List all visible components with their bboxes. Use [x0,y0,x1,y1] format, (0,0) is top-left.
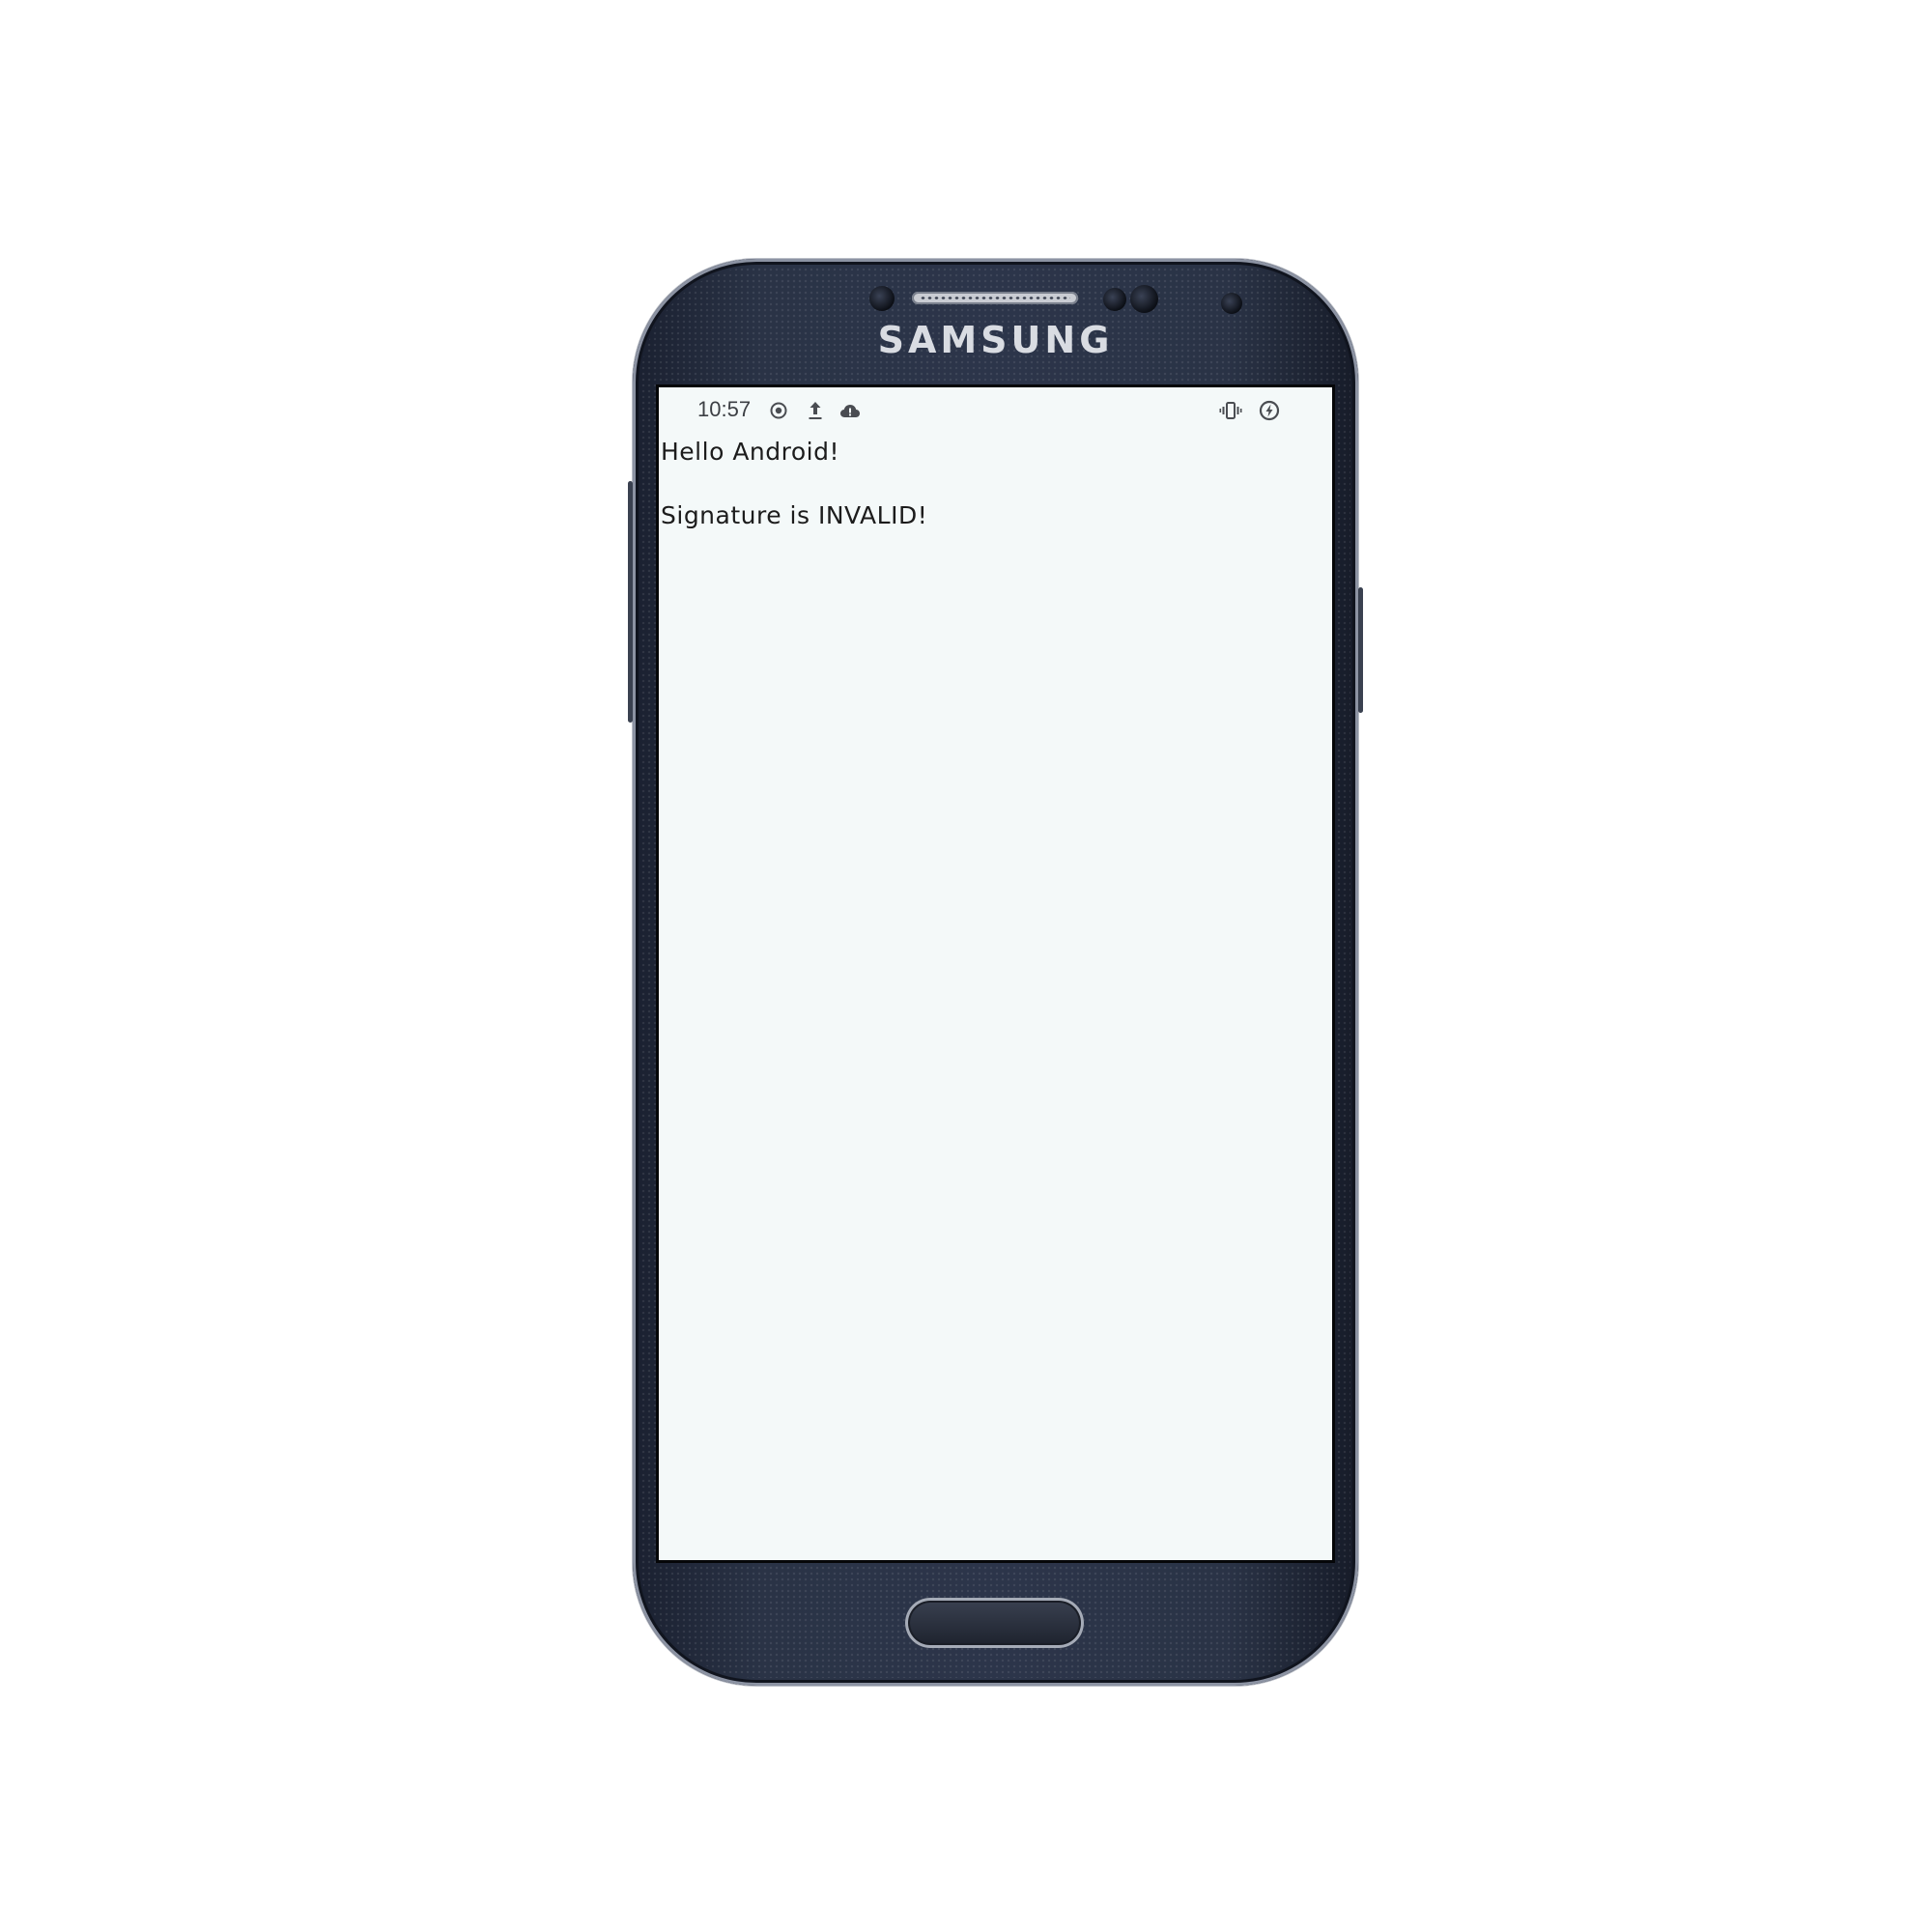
home-button[interactable] [905,1598,1084,1648]
status-time: 10:57 [697,397,752,421]
battery-charging-icon [1259,400,1280,421]
volume-button [628,481,633,723]
phone-frame: SAMSUNG 10:57 Hello Android! Signature i… [628,259,1363,1686]
cloud-alert-icon [840,405,860,417]
proximity-sensor [869,286,895,311]
sensor-lens [1130,285,1158,313]
status-bar: 10:57 [659,387,1332,434]
signature-status-text: Signature is INVALID! [661,501,928,529]
upload-icon [809,402,822,419]
phone-screen: 10:57 Hello Android! Signature is INVALI… [659,387,1332,1560]
earpiece-speaker [912,292,1078,304]
location-target-icon [770,402,787,419]
power-button [1358,587,1363,713]
front-camera [1221,293,1242,314]
vibrate-icon [1219,402,1242,419]
hello-text: Hello Android! [661,438,839,466]
light-sensor [1103,288,1126,311]
brand-logo: SAMSUNG [877,319,1114,361]
